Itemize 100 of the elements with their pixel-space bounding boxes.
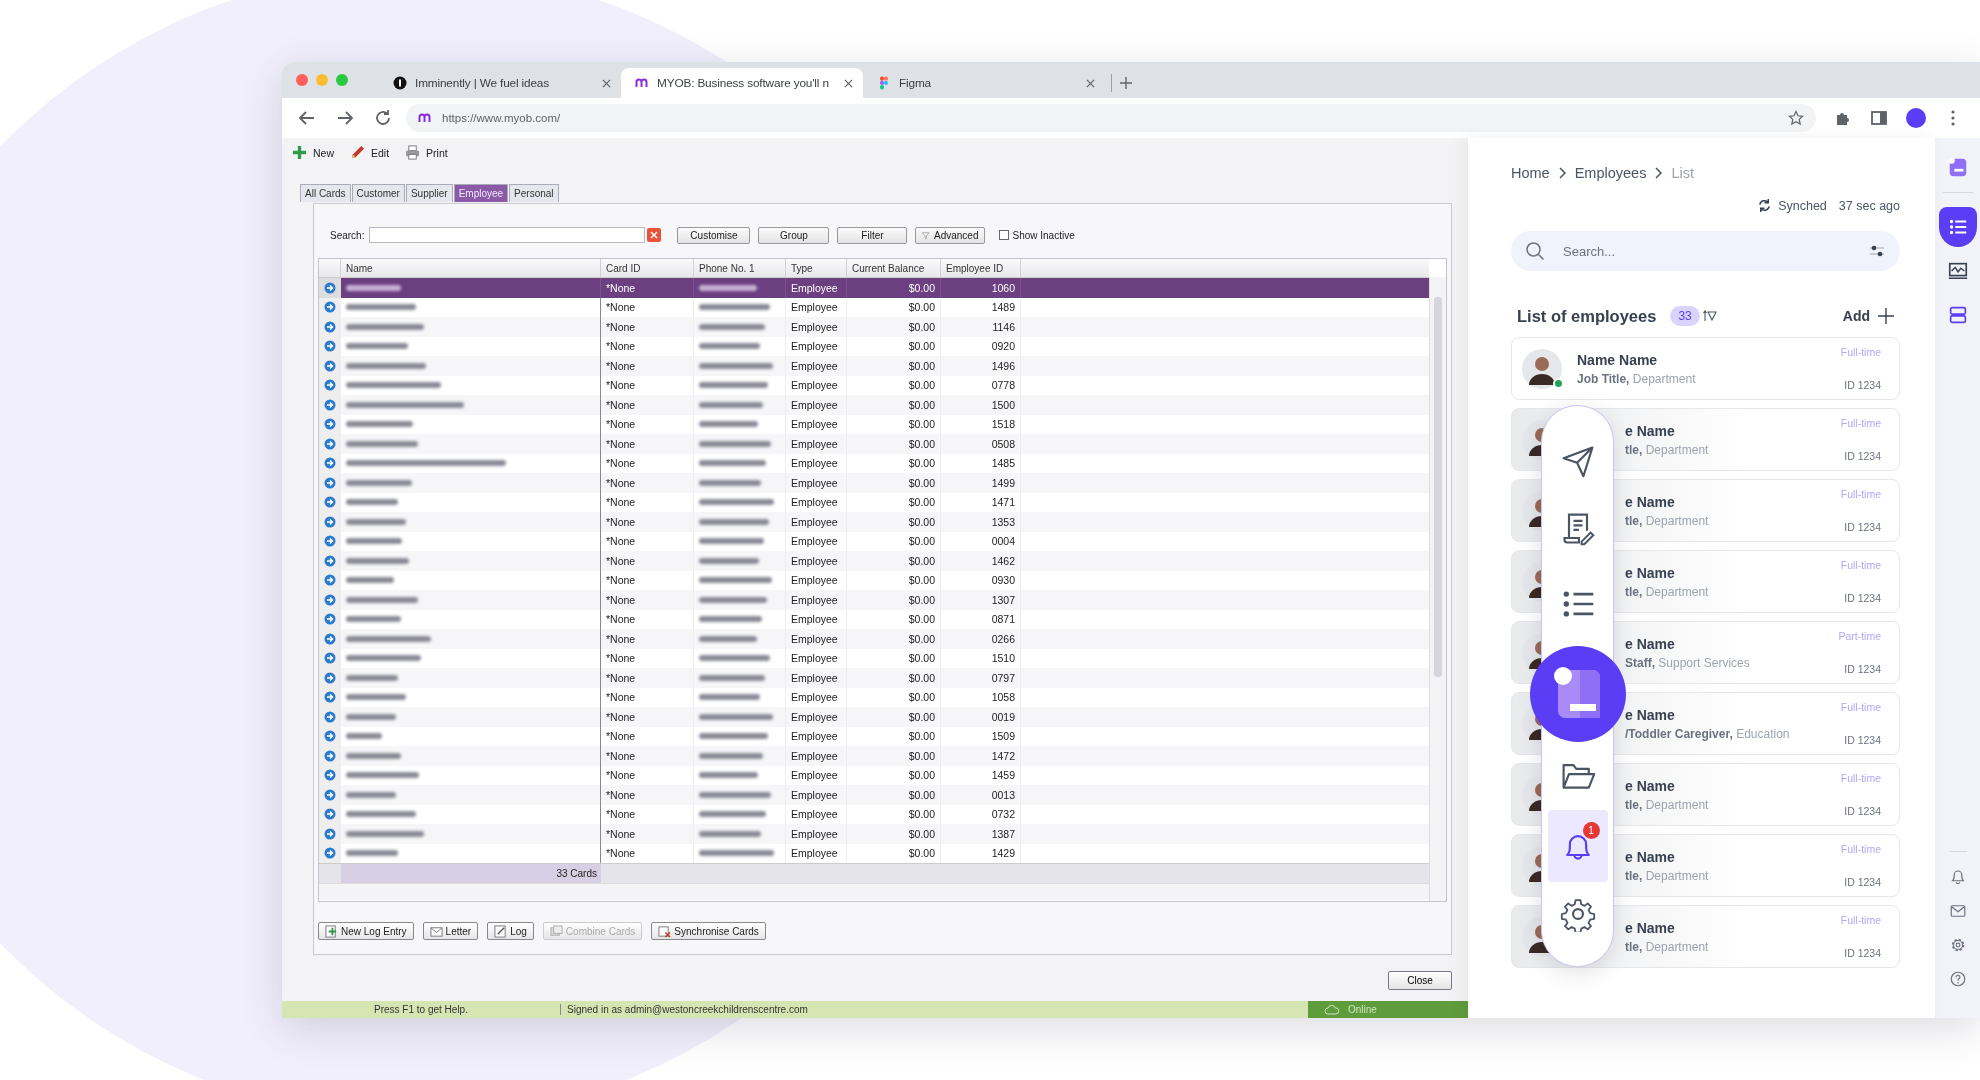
search-field[interactable] — [369, 227, 646, 243]
arrow-circle-icon[interactable] — [324, 749, 336, 762]
arrow-circle-icon[interactable] — [324, 827, 336, 840]
arrow-circle-icon[interactable] — [324, 652, 336, 665]
address-bar[interactable]: https://www.myob.com/ — [406, 104, 1816, 132]
close-icon[interactable] — [844, 78, 853, 88]
search-option-button[interactable]: Customise — [677, 226, 751, 244]
arrow-circle-icon[interactable] — [324, 379, 336, 392]
employee-card[interactable]: Name Name Job Title, Department Full-time ID 1234 — [1511, 337, 1900, 400]
table-row[interactable]: *None Employee $0.00 1307 — [319, 590, 1429, 610]
table-row[interactable]: *None Employee $0.00 1462 — [319, 551, 1429, 571]
arrow-circle-icon[interactable] — [324, 730, 336, 743]
new-tab-icon[interactable] — [1120, 77, 1132, 89]
forward-icon[interactable] — [336, 109, 354, 127]
side-panel-icon[interactable] — [1870, 109, 1888, 127]
column-header[interactable]: Phone No. 1 — [694, 259, 786, 277]
arrow-circle-icon[interactable] — [324, 457, 336, 470]
table-row[interactable]: *None Employee $0.00 1472 — [319, 746, 1429, 766]
column-header[interactable]: Card ID — [601, 259, 694, 277]
action-button[interactable]: Synchronise Cards — [651, 922, 766, 940]
search-input[interactable]: Search... — [1561, 242, 1852, 260]
breadcrumb-link[interactable]: Employees — [1574, 165, 1647, 181]
arrow-circle-icon[interactable] — [324, 554, 336, 567]
action-button[interactable]: Letter — [422, 922, 479, 940]
column-header[interactable]: Name — [341, 259, 601, 277]
arrow-circle-icon[interactable] — [324, 710, 336, 723]
arrow-circle-icon[interactable] — [324, 671, 336, 684]
arrow-circle-icon[interactable] — [324, 593, 336, 606]
arrow-circle-icon[interactable] — [324, 632, 336, 645]
table-row[interactable]: *None Employee $0.00 0013 — [319, 785, 1429, 805]
arrow-circle-icon[interactable] — [324, 496, 336, 509]
breadcrumb-link[interactable]: Home — [1511, 165, 1550, 181]
close-icon[interactable] — [602, 78, 611, 88]
arrow-circle-icon[interactable] — [324, 847, 336, 860]
browser-tab[interactable]: MYOB: Business software you'll n — [621, 68, 863, 98]
table-row[interactable]: *None Employee $0.00 0266 — [319, 629, 1429, 649]
browser-tab[interactable]: Imminently | We fuel ideas — [379, 68, 621, 98]
horizontal-scrollbar[interactable] — [319, 883, 1429, 900]
arrow-circle-icon[interactable] — [324, 398, 336, 411]
table-row[interactable]: *None Employee $0.00 1500 — [319, 395, 1429, 415]
table-row[interactable]: *None Employee $0.00 0019 — [319, 707, 1429, 727]
toolbar-button[interactable]: New — [292, 145, 334, 160]
arrow-circle-icon[interactable] — [324, 437, 336, 450]
table-row[interactable]: *None Employee $0.00 0508 — [319, 434, 1429, 454]
column-header[interactable]: Type — [786, 259, 847, 277]
arrow-circle-icon[interactable] — [324, 320, 336, 333]
app-logo-icon[interactable] — [1946, 156, 1969, 178]
action-button[interactable]: New Log Entry — [318, 922, 414, 940]
arrow-circle-icon[interactable] — [324, 535, 336, 548]
reload-icon[interactable] — [374, 109, 392, 127]
close-button[interactable]: Close — [1388, 971, 1452, 990]
arrow-circle-icon[interactable] — [324, 574, 336, 587]
app-logo-button[interactable] — [1529, 646, 1626, 742]
table-row[interactable]: *None Employee $0.00 0797 — [319, 668, 1429, 688]
arrow-circle-icon[interactable] — [324, 340, 336, 353]
search-option-button[interactable]: Advanced — [915, 226, 986, 244]
search-option-button[interactable]: Filter — [837, 226, 908, 244]
arrow-circle-icon[interactable] — [324, 613, 336, 626]
table-row[interactable]: *None Employee $0.00 1387 — [319, 824, 1429, 844]
browser-tab[interactable]: Figma — [863, 68, 1105, 98]
toolbar-button[interactable]: Edit — [350, 145, 390, 160]
close-icon[interactable] — [1086, 78, 1095, 88]
column-header[interactable]: Current Balance — [847, 259, 941, 277]
add-button[interactable]: Add — [1842, 308, 1894, 324]
arrow-circle-icon[interactable] — [324, 788, 336, 801]
arrow-circle-icon[interactable] — [324, 301, 336, 314]
arrow-circle-icon[interactable] — [324, 476, 336, 489]
table-row[interactable]: *None Employee $0.00 1499 — [319, 473, 1429, 493]
rail-item[interactable] — [1938, 207, 1977, 247]
arrow-circle-icon[interactable] — [324, 691, 336, 704]
table-row[interactable]: *None Employee $0.00 1060 — [319, 278, 1429, 298]
arrow-circle-icon[interactable] — [324, 769, 336, 782]
action-button[interactable]: Log — [487, 922, 534, 940]
column-header[interactable]: Employee ID — [941, 259, 1021, 277]
table-row[interactable]: *None Employee $0.00 1353 — [319, 512, 1429, 532]
arrow-circle-icon[interactable] — [324, 418, 336, 431]
search-option-button[interactable]: Group — [758, 226, 830, 244]
star-icon[interactable] — [1788, 110, 1804, 126]
arrow-circle-icon[interactable] — [324, 808, 336, 821]
help-icon[interactable] — [1948, 970, 1967, 988]
mail-icon[interactable] — [1948, 902, 1967, 920]
clear-icon[interactable] — [647, 228, 662, 242]
card-tab[interactable]: Personal — [509, 184, 559, 202]
sort-filter-icon[interactable] — [1702, 309, 1717, 323]
card-tab[interactable]: Customer — [351, 184, 405, 202]
dock-item[interactable]: 1 — [1547, 810, 1608, 882]
profile-avatar[interactable] — [1906, 108, 1926, 128]
back-icon[interactable] — [298, 109, 316, 127]
arrow-circle-icon[interactable] — [324, 281, 336, 294]
vertical-scrollbar[interactable] — [1429, 277, 1446, 901]
arrow-circle-icon[interactable] — [324, 359, 336, 372]
window-control[interactable] — [296, 74, 308, 86]
toolbar-button[interactable]: Print — [405, 145, 448, 160]
arrow-circle-icon[interactable] — [324, 515, 336, 528]
search-field[interactable]: Search... — [1511, 231, 1900, 271]
card-tab[interactable]: All Cards — [300, 184, 351, 202]
card-tab[interactable]: Employee — [453, 184, 509, 202]
card-tab[interactable]: Supplier — [405, 184, 453, 202]
table-row[interactable]: *None Employee $0.00 1146 — [319, 317, 1429, 337]
table-row[interactable]: *None Employee $0.00 1496 — [319, 356, 1429, 376]
